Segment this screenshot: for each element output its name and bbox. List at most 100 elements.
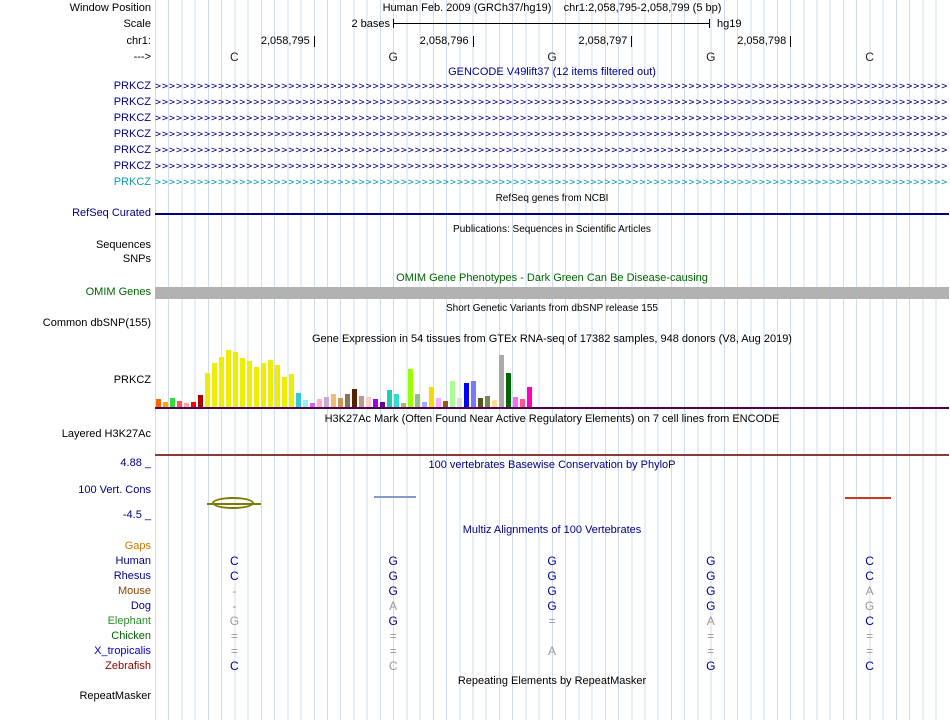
refseq-track-label[interactable]: RefSeq Curated	[0, 207, 151, 219]
align-row[interactable]: = = = =	[155, 629, 949, 643]
gtex-bar[interactable]	[212, 363, 217, 407]
align-row[interactable]: = = A = =	[155, 644, 949, 658]
h3k27ac-baseline[interactable]	[155, 454, 949, 456]
gene-row[interactable]: >>>>>>>>>>>>>>>>>>>>>>>>>>>>>>>>>>>>>>>>…	[155, 129, 949, 141]
repeatmasker-track-label[interactable]: RepeatMasker	[0, 690, 151, 702]
header-title: Human Feb. 2009 (GRCh37/hg19) chr1:2,058…	[155, 2, 949, 14]
align-base: G	[706, 659, 716, 673]
gtex-bar[interactable]	[303, 400, 308, 407]
gene-label[interactable]: PRKCZ	[0, 176, 151, 188]
species-label[interactable]: Mouse	[0, 585, 151, 597]
h3k27ac-track-label[interactable]: Layered H3K27Ac	[0, 428, 151, 440]
gene-label[interactable]: PRKCZ	[0, 128, 151, 140]
gene-row[interactable]: >>>>>>>>>>>>>>>>>>>>>>>>>>>>>>>>>>>>>>>>…	[155, 81, 949, 93]
phylop-track-label[interactable]: 100 Vert. Cons	[0, 484, 151, 496]
gtex-bar[interactable]	[373, 399, 378, 407]
gene-row[interactable]: >>>>>>>>>>>>>>>>>>>>>>>>>>>>>>>>>>>>>>>>…	[155, 97, 949, 109]
gtex-bar[interactable]	[170, 398, 175, 407]
gtex-bar[interactable]	[198, 395, 203, 407]
gtex-bar[interactable]	[457, 398, 462, 407]
gtex-bar[interactable]	[499, 355, 504, 407]
gtex-bar[interactable]	[219, 357, 224, 407]
gtex-bar[interactable]	[317, 399, 322, 407]
gtex-bar[interactable]	[394, 394, 399, 407]
gtex-bar[interactable]	[275, 365, 280, 407]
gaps-row-label[interactable]: Gaps	[0, 540, 151, 552]
sequences-track-label[interactable]: Sequences	[0, 239, 151, 251]
gene-row[interactable]: >>>>>>>>>>>>>>>>>>>>>>>>>>>>>>>>>>>>>>>>…	[155, 177, 949, 189]
gene-label[interactable]: PRKCZ	[0, 96, 151, 108]
gtex-bar[interactable]	[415, 394, 420, 407]
gtex-bar[interactable]	[324, 397, 329, 407]
gtex-bar[interactable]	[450, 381, 455, 407]
species-label[interactable]: Elephant	[0, 615, 151, 627]
species-label[interactable]: X_tropicalis	[0, 645, 151, 657]
gene-label[interactable]: PRKCZ	[0, 144, 151, 156]
gtex-bar[interactable]	[436, 398, 441, 407]
ruler-tick	[313, 36, 315, 47]
gtex-bar[interactable]	[233, 352, 238, 407]
gtex-bar[interactable]	[506, 373, 511, 407]
gene-label[interactable]: PRKCZ	[0, 80, 151, 92]
gtex-bar[interactable]	[254, 367, 259, 407]
gtex-bar[interactable]	[387, 390, 392, 407]
gtex-bar[interactable]	[331, 394, 336, 407]
species-label[interactable]: Human	[0, 555, 151, 567]
align-row[interactable]: CGGGC	[155, 569, 949, 583]
refseq-gene-line[interactable]	[155, 213, 949, 215]
gtex-track-label[interactable]: PRKCZ	[0, 374, 151, 386]
gene-label[interactable]: PRKCZ	[0, 112, 151, 124]
gtex-bar[interactable]	[352, 389, 357, 407]
gtex-bar[interactable]	[527, 387, 532, 407]
gtex-bar[interactable]	[205, 373, 210, 407]
gtex-bar[interactable]	[513, 397, 518, 407]
align-row[interactable]: G G = A C	[155, 614, 949, 628]
gtex-bar[interactable]	[366, 397, 371, 407]
phylop-title: 100 vertebrates Basewise Conservation by…	[428, 459, 676, 471]
ruler-tick-label: 2,058,798	[737, 35, 787, 47]
gene-row[interactable]: >>>>>>>>>>>>>>>>>>>>>>>>>>>>>>>>>>>>>>>>…	[155, 113, 949, 125]
align-base: A	[389, 599, 398, 613]
gtex-bar[interactable]	[296, 393, 301, 407]
gtex-bar[interactable]	[359, 396, 364, 407]
gene-row[interactable]: >>>>>>>>>>>>>>>>>>>>>>>>>>>>>>>>>>>>>>>>…	[155, 161, 949, 173]
snps-track-label[interactable]: SNPs	[0, 253, 151, 265]
species-label[interactable]: Dog	[0, 600, 151, 612]
gtex-baseline[interactable]	[155, 407, 949, 409]
gtex-bar[interactable]	[261, 363, 266, 407]
species-label[interactable]: Rhesus	[0, 570, 151, 582]
gene-label[interactable]: PRKCZ	[0, 160, 151, 172]
species-label[interactable]: Chicken	[0, 630, 151, 642]
gtex-bar[interactable]	[408, 369, 413, 407]
gtex-bar[interactable]	[485, 396, 490, 407]
align-row[interactable]: CGGGC	[155, 554, 949, 568]
align-base: G	[706, 584, 716, 598]
dbsnp-track-label[interactable]: Common dbSNP(155)	[0, 317, 151, 329]
gtex-bar[interactable]	[492, 400, 497, 407]
align-row[interactable]: CCGC	[155, 659, 949, 673]
align-row[interactable]: -AGGG	[155, 599, 949, 613]
align-base: G	[547, 599, 557, 613]
gene-row[interactable]: >>>>>>>>>>>>>>>>>>>>>>>>>>>>>>>>>>>>>>>>…	[155, 145, 949, 157]
gtex-bar[interactable]	[464, 383, 469, 407]
gtex-bar[interactable]	[429, 387, 434, 407]
ruler-row[interactable]: 2,058,795 2,058,796 2,058,797 2,058,798	[155, 35, 949, 49]
gtex-bar[interactable]	[520, 399, 525, 407]
gtex-bar[interactable]	[345, 394, 350, 407]
align-base: =	[707, 629, 715, 643]
gtex-bar[interactable]	[282, 377, 287, 407]
species-label[interactable]: Zebrafish	[0, 660, 151, 672]
gtex-bar[interactable]	[338, 398, 343, 407]
gtex-bar[interactable]	[268, 360, 273, 407]
gtex-bar[interactable]	[226, 350, 231, 407]
gtex-bar[interactable]	[289, 374, 294, 407]
omim-track-label[interactable]: OMIM Genes	[0, 286, 151, 298]
align-row[interactable]: -GGGA	[155, 584, 949, 598]
chrom-label: chr1:	[126, 35, 151, 47]
gtex-bar[interactable]	[471, 381, 476, 407]
gtex-bar[interactable]	[247, 361, 252, 407]
gtex-bar[interactable]	[240, 358, 245, 407]
gtex-bar[interactable]	[478, 398, 483, 407]
gtex-bar[interactable]	[156, 399, 161, 407]
omim-gene-bar[interactable]	[155, 287, 949, 299]
